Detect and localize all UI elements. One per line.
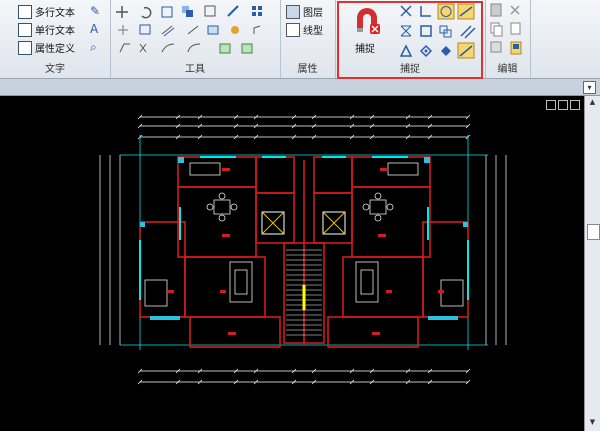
- text-find-icon[interactable]: ⌕: [90, 40, 104, 54]
- group-icon[interactable]: [219, 43, 231, 54]
- scale-icon[interactable]: [204, 5, 216, 17]
- text-group-label: 文字: [45, 64, 65, 75]
- ribbon-expand-button[interactable]: ▾: [583, 81, 596, 94]
- node-snap-icon[interactable]: [419, 44, 433, 58]
- join-icon[interactable]: [207, 25, 219, 35]
- layer-label: 图层: [303, 8, 323, 19]
- tools-group-label: 工具: [185, 64, 205, 75]
- trim-icon[interactable]: [118, 25, 128, 35]
- lengthen-icon[interactable]: [161, 43, 175, 53]
- quadrant-snap-icon[interactable]: [441, 46, 451, 56]
- snap-group: 捕捉 捕捉: [335, 0, 486, 79]
- attribute-define-button[interactable]: 属性定义: [18, 40, 75, 55]
- vertical-scrollbar[interactable]: ▲ ▼: [584, 96, 600, 431]
- mirror-icon[interactable]: [161, 6, 173, 18]
- tools-icons: [116, 5, 262, 54]
- rotate-icon[interactable]: [141, 6, 152, 19]
- attribute-define-label: 属性定义: [35, 44, 75, 55]
- endpoint-snap-icon[interactable]: [399, 44, 413, 57]
- cut-icon[interactable]: [510, 5, 520, 15]
- offset-icon[interactable]: [161, 25, 175, 37]
- square-snap-icon[interactable]: [420, 25, 432, 37]
- copy-icon[interactable]: [182, 6, 193, 17]
- center-snap-icon[interactable]: [437, 3, 455, 20]
- midpoint-snap-icon[interactable]: [400, 25, 412, 37]
- nearest-snap-icon[interactable]: [457, 42, 475, 59]
- align-icon[interactable]: [187, 43, 201, 53]
- clipboard-icon[interactable]: [510, 41, 522, 55]
- parallel-snap-icon[interactable]: [460, 25, 476, 39]
- snap-mode-icons: [399, 3, 476, 59]
- text-edit-icon[interactable]: A: [90, 22, 104, 36]
- text-style-icon[interactable]: ✎: [90, 4, 104, 18]
- mtext-label: 多行文本: [35, 8, 75, 19]
- linetype-icon: [286, 22, 300, 37]
- extend-icon[interactable]: [139, 24, 151, 35]
- mtext-icon: [18, 4, 32, 19]
- snap-group-label: 捕捉: [400, 64, 420, 75]
- break-icon[interactable]: [187, 25, 199, 35]
- edit-icons: [490, 3, 522, 55]
- edit-group: 编辑: [485, 0, 531, 78]
- copy-base-icon[interactable]: [510, 22, 521, 35]
- layer-button[interactable]: 图层: [286, 4, 323, 19]
- single-text-button[interactable]: 单行文本: [18, 22, 75, 37]
- properties-group: 图层 线型 属性: [280, 0, 336, 78]
- tangent-snap-icon[interactable]: [457, 3, 475, 20]
- stretch-icon[interactable]: [227, 5, 239, 17]
- linetype-label: 线型: [303, 26, 323, 37]
- chamfer-icon[interactable]: [253, 25, 261, 34]
- perpendicular-snap-icon[interactable]: [420, 6, 431, 17]
- text-group: 多行文本 单行文本 属性定义 ✎ A ⌕ 文字: [0, 0, 111, 78]
- copy-clip-icon[interactable]: [490, 22, 503, 37]
- tools-group: 工具: [110, 0, 281, 78]
- intersection-snap-icon[interactable]: [400, 5, 412, 17]
- mtext-button[interactable]: 多行文本: [18, 4, 75, 19]
- move-icon[interactable]: [116, 6, 128, 18]
- snap-button[interactable]: 捕捉: [347, 4, 387, 55]
- linetype-button[interactable]: 线型: [286, 22, 323, 37]
- ribbon: 多行文本 单行文本 属性定义 ✎ A ⌕ 文字 工具 图层 线型 属性 捕捉 捕…: [0, 0, 600, 79]
- walls: [139, 156, 469, 348]
- document-tab-bar: ▾: [0, 79, 600, 96]
- single-text-label: 单行文本: [35, 26, 75, 37]
- explode-icon[interactable]: [231, 26, 239, 34]
- snap-button-label: 捕捉: [355, 44, 375, 55]
- measure-icon[interactable]: [241, 43, 253, 54]
- fillet-icon[interactable]: [119, 43, 130, 53]
- scroll-down-arrow[interactable]: ▼: [587, 418, 598, 428]
- array-icon[interactable]: [252, 6, 262, 16]
- scroll-up-arrow[interactable]: ▲: [587, 98, 598, 108]
- paste-icon[interactable]: [490, 3, 502, 17]
- drawing-viewport[interactable]: [0, 96, 584, 431]
- erase-icon[interactable]: [139, 43, 147, 53]
- layer-icon: [286, 4, 300, 19]
- scroll-thumb[interactable]: [587, 224, 600, 240]
- match-prop-icon[interactable]: [490, 41, 502, 53]
- edit-group-label: 编辑: [497, 64, 518, 75]
- properties-group-label: 属性: [297, 64, 318, 75]
- single-text-icon: [18, 22, 32, 37]
- floor-plan-drawing: [99, 114, 507, 385]
- insertion-snap-icon[interactable]: [439, 25, 452, 38]
- attribute-define-icon: [18, 40, 32, 55]
- magnet-icon: [357, 8, 380, 34]
